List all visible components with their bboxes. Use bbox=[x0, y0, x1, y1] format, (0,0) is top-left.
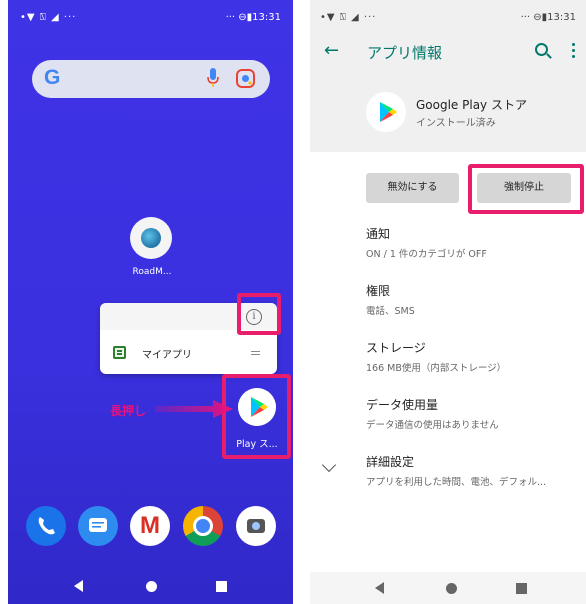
back-icon[interactable] bbox=[375, 582, 384, 594]
back-arrow-icon[interactable]: ← bbox=[324, 40, 339, 61]
setting-permissions[interactable]: 権限 電話、SMS bbox=[366, 282, 415, 317]
google-search-widget[interactable]: G bbox=[32, 60, 270, 98]
app-name: Google Play ストア bbox=[416, 98, 527, 112]
roadmap-app-label: RoadM... bbox=[132, 267, 172, 277]
lens-icon[interactable] bbox=[236, 69, 255, 88]
app-dock: M bbox=[26, 506, 282, 546]
setting-title: 権限 bbox=[366, 284, 391, 298]
disable-button[interactable]: 無効にする bbox=[366, 173, 459, 203]
home-screen: •▼ ⍂ ◢ ··· ··· ⊖▮13:31 G RoadM... i マイアプ… bbox=[8, 0, 293, 604]
phone-icon[interactable] bbox=[26, 506, 66, 546]
status-bar: •▼ ⍂ ◢ ··· ··· ⊖▮13:31 bbox=[310, 0, 586, 32]
chevron-down-icon[interactable] bbox=[321, 457, 337, 473]
status-bar: •▼ ⍂ ◢ ··· ··· ⊖▮13:31 bbox=[8, 0, 293, 32]
setting-subtitle: アプリを利用した時間、電池、デフォル... bbox=[366, 477, 547, 488]
shortcut-myapps[interactable]: マイアプリ bbox=[142, 346, 192, 361]
chrome-icon[interactable] bbox=[183, 506, 223, 546]
google-play-icon bbox=[366, 92, 406, 132]
roadmap-app-icon[interactable] bbox=[130, 217, 172, 259]
status-clock: ··· ⊖▮13:31 bbox=[225, 12, 281, 23]
info-highlight-box bbox=[237, 293, 281, 335]
setting-storage[interactable]: ストレージ 166 MB使用（内部ストレージ） bbox=[366, 339, 506, 374]
messages-icon[interactable] bbox=[78, 506, 118, 546]
annotation-arrow-icon bbox=[155, 400, 233, 418]
nav-bar bbox=[8, 572, 293, 602]
setting-subtitle: 166 MB使用（内部ストレージ） bbox=[366, 363, 507, 374]
setting-title: 通知 bbox=[366, 227, 391, 241]
myapps-icon bbox=[113, 346, 126, 359]
recents-icon[interactable] bbox=[516, 583, 527, 594]
setting-title: 詳細設定 bbox=[366, 455, 415, 469]
setting-notifications[interactable]: 通知 ON / 1 件のカテゴリが OFF bbox=[366, 225, 487, 260]
force-stop-highlight-box bbox=[468, 164, 584, 214]
long-press-annotation: 長押し bbox=[110, 404, 147, 418]
gmail-icon[interactable]: M bbox=[130, 506, 170, 546]
recents-icon[interactable] bbox=[216, 581, 227, 592]
status-clock: ··· ⊖▮13:31 bbox=[520, 12, 576, 23]
google-logo-icon: G bbox=[44, 66, 61, 89]
status-icons: •▼ ⍂ ◢ ··· bbox=[320, 12, 377, 23]
home-icon[interactable] bbox=[446, 583, 457, 594]
mic-icon[interactable] bbox=[207, 68, 219, 88]
setting-subtitle: データ通信の使用はありません bbox=[366, 420, 499, 431]
setting-subtitle: 電話、SMS bbox=[366, 306, 415, 317]
setting-title: データ使用量 bbox=[366, 398, 439, 412]
app-info-screen: •▼ ⍂ ◢ ··· ··· ⊖▮13:31 ← アプリ情報 Google Pl… bbox=[310, 0, 586, 604]
drag-handle-icon[interactable] bbox=[251, 351, 260, 355]
setting-data-usage[interactable]: データ使用量 データ通信の使用はありません bbox=[366, 396, 499, 431]
setting-title: ストレージ bbox=[366, 341, 426, 355]
more-options-icon[interactable] bbox=[572, 43, 575, 58]
search-icon[interactable] bbox=[535, 43, 548, 56]
app-install-status: インストール済み bbox=[416, 118, 496, 129]
home-icon[interactable] bbox=[146, 581, 157, 592]
camera-icon[interactable] bbox=[236, 506, 276, 546]
setting-subtitle: ON / 1 件のカテゴリが OFF bbox=[366, 249, 487, 260]
status-icons: •▼ ⍂ ◢ ··· bbox=[20, 12, 77, 23]
setting-advanced[interactable]: 詳細設定 アプリを利用した時間、電池、デフォル... bbox=[366, 453, 546, 488]
back-icon[interactable] bbox=[74, 580, 83, 592]
page-title: アプリ情報 bbox=[367, 44, 443, 62]
nav-bar bbox=[310, 572, 586, 604]
